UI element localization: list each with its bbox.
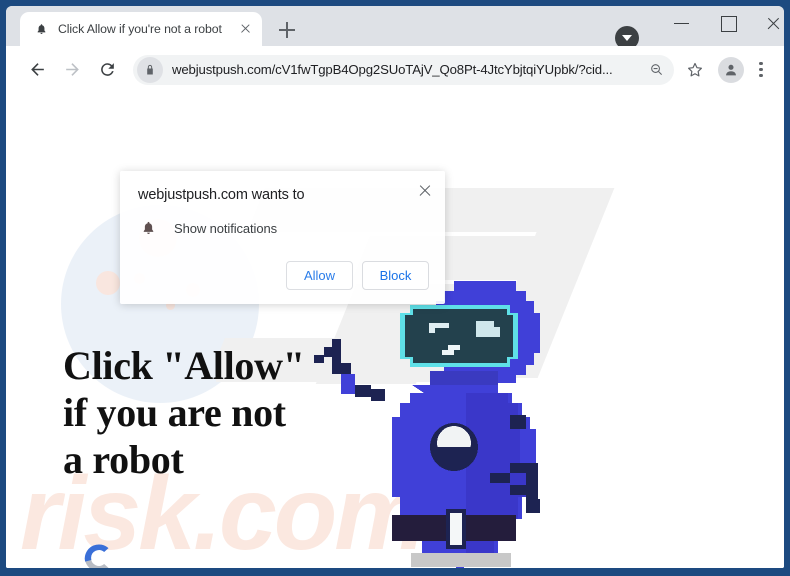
- robot-shadow: [411, 553, 511, 567]
- bell-icon: [138, 218, 158, 238]
- background-dot: [96, 271, 120, 295]
- url-text: webjustpush.com/cV1fwTgpB4Opg2SUoTAjV_Qo…: [172, 62, 613, 77]
- browser-window-frame: Click Allow if you're not a robot webjus…: [0, 0, 790, 576]
- dialog-close-icon[interactable]: [415, 181, 435, 201]
- new-tab-button[interactable]: [274, 17, 300, 43]
- dialog-title: webjustpush.com wants to: [138, 187, 305, 203]
- back-button[interactable]: [22, 55, 52, 85]
- window-maximize-button[interactable]: [705, 6, 751, 40]
- bell-icon: [33, 21, 49, 37]
- zoom-out-icon[interactable]: [644, 58, 668, 82]
- tab-title: Click Allow if you're not a robot: [58, 22, 222, 36]
- dot: [759, 73, 763, 77]
- captcha-logo: E-CAPTCHA: [68, 539, 130, 568]
- allow-button[interactable]: Allow: [286, 261, 353, 290]
- block-button[interactable]: Block: [362, 261, 429, 290]
- address-bar[interactable]: webjustpush.com/cV1fwTgpB4Opg2SUoTAjV_Qo…: [133, 54, 674, 85]
- tab-strip: Click Allow if you're not a robot: [6, 6, 784, 50]
- avatar[interactable]: [718, 56, 744, 83]
- browser-window: Click Allow if you're not a robot webjus…: [6, 6, 784, 568]
- page-viewport: risk.com Click "Allow" if you are not a …: [6, 93, 784, 568]
- browser-toolbar: webjustpush.com/cV1fwTgpB4Opg2SUoTAjV_Qo…: [6, 46, 784, 93]
- star-icon[interactable]: [680, 55, 710, 85]
- tab-close-icon[interactable]: [236, 20, 254, 38]
- window-close-button[interactable]: [751, 6, 784, 40]
- window-minimize-button[interactable]: [659, 6, 705, 40]
- tab-active[interactable]: Click Allow if you're not a robot: [20, 12, 262, 46]
- three-dots-icon[interactable]: [748, 55, 774, 85]
- captcha-c-logo-icon: [84, 544, 109, 568]
- dialog-permission-row: Show notifications: [120, 203, 445, 238]
- dot: [759, 62, 763, 66]
- caret-shape: [622, 35, 632, 41]
- lock-icon[interactable]: [137, 56, 163, 83]
- forward-button[interactable]: [57, 55, 87, 85]
- dialog-actions: Allow Block: [120, 238, 445, 304]
- robot-mascot: [314, 281, 540, 568]
- dialog-permission-label: Show notifications: [174, 220, 277, 236]
- dot: [759, 67, 763, 72]
- notification-permission-dialog: webjustpush.com wants to Show notificati…: [120, 171, 445, 304]
- reload-button[interactable]: [92, 55, 122, 85]
- page-headline: Click "Allow" if you are not a robot: [63, 343, 305, 482]
